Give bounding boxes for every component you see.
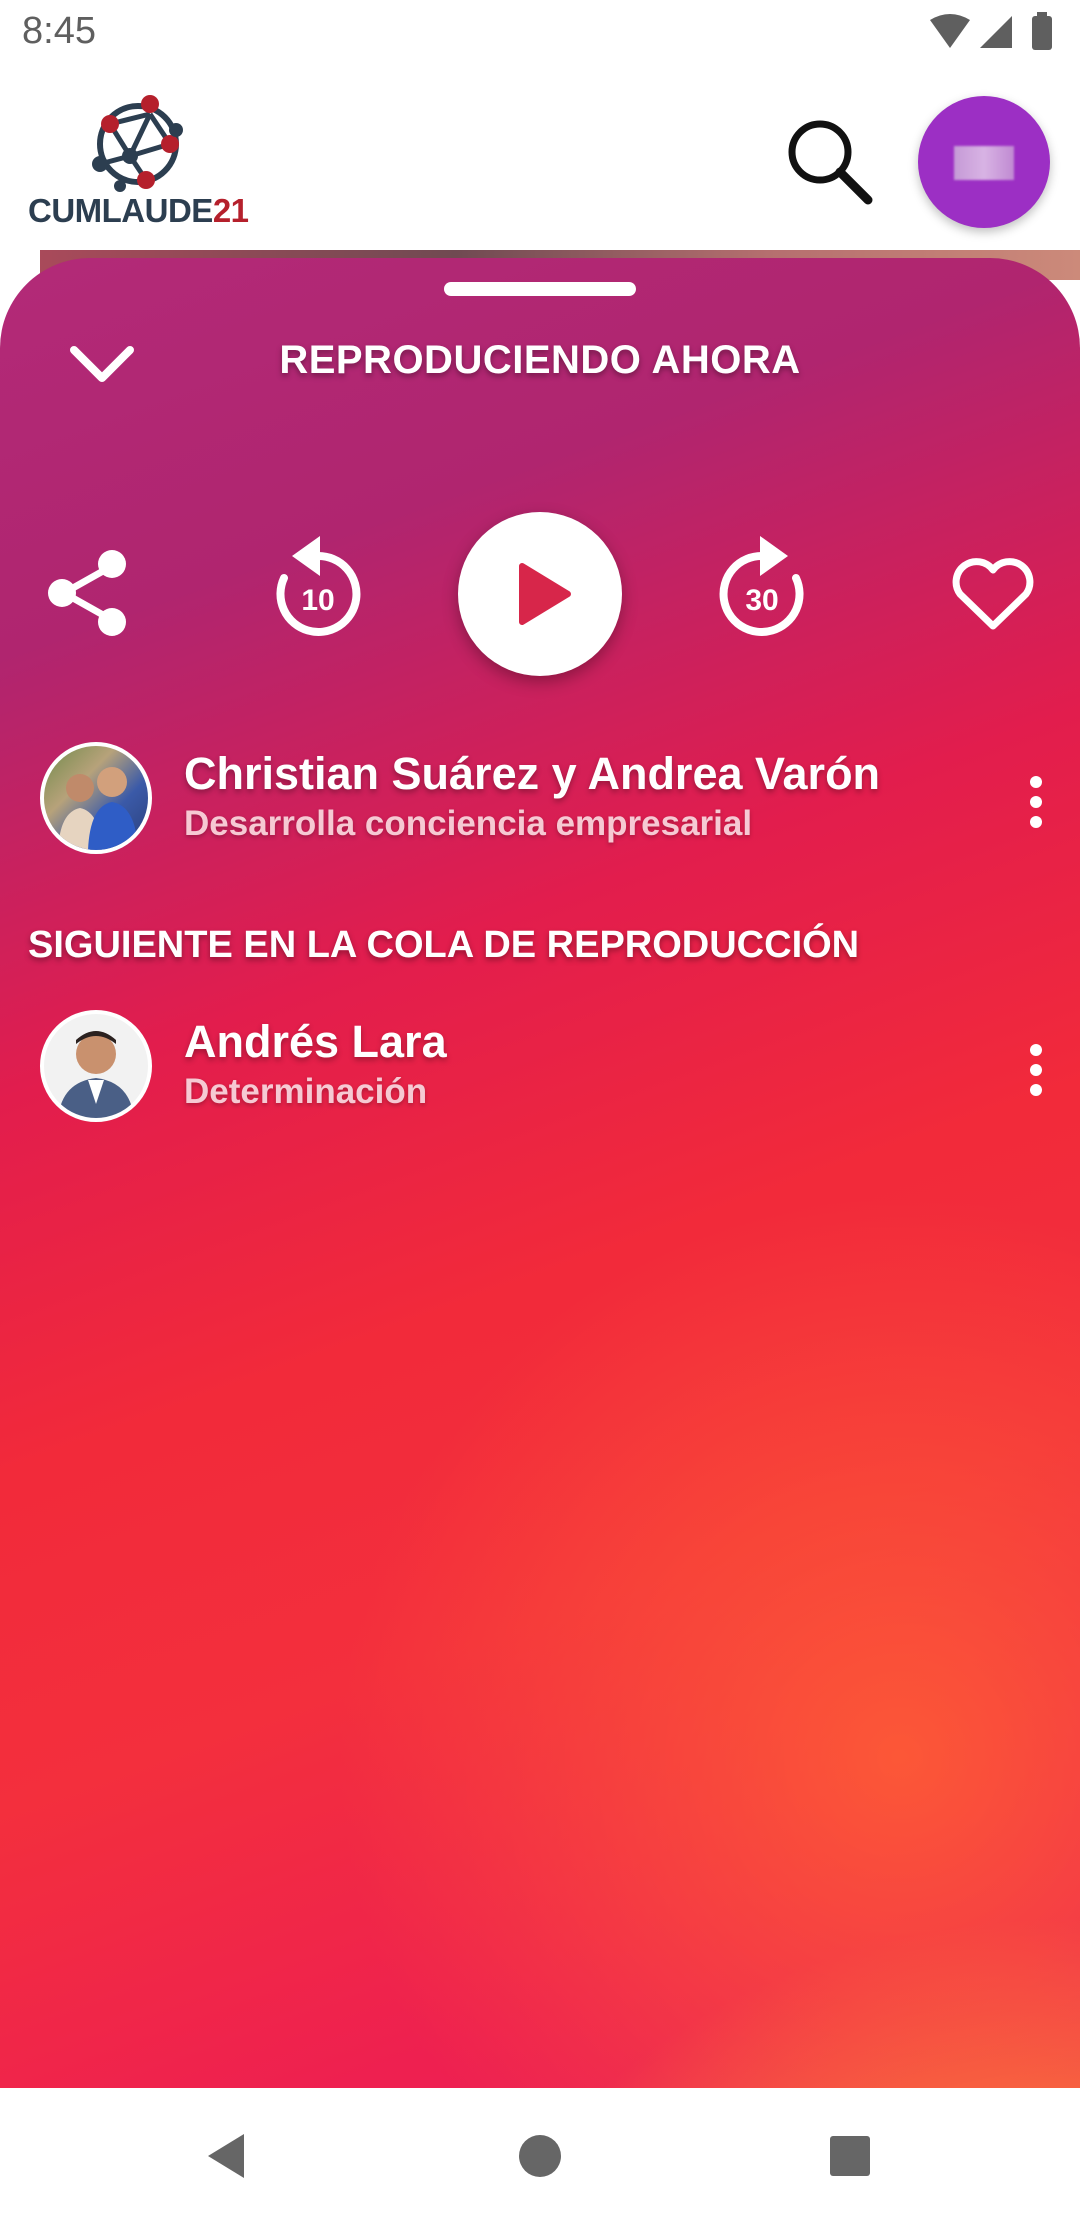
now-playing-title: REPRODUCIENDO AHORA xyxy=(279,338,801,382)
recents-square-icon xyxy=(830,2136,870,2176)
user-avatar-button[interactable] xyxy=(918,96,1050,228)
play-button[interactable] xyxy=(458,512,622,676)
current-track[interactable]: Christian Suárez y Andrea Varón Desarrol… xyxy=(0,742,1080,862)
share-button[interactable] xyxy=(44,548,134,638)
track-subtitle: Desarrolla conciencia empresarial xyxy=(184,804,753,843)
person-photo-icon xyxy=(58,767,138,850)
status-icons xyxy=(928,12,1058,52)
rewind-button[interactable]: 10 xyxy=(268,530,368,640)
forward-icon: 30 xyxy=(719,536,804,636)
forward-seconds-label: 30 xyxy=(745,584,778,617)
replay-icon: 10 xyxy=(276,536,361,636)
nav-home-button[interactable] xyxy=(508,2124,572,2188)
forward-button[interactable]: 30 xyxy=(712,530,812,640)
now-playing-sheet: REPRODUCIENDO AHORA 10 30 Christian Suár… xyxy=(0,258,1080,2088)
system-nav-bar xyxy=(0,2088,1080,2220)
home-circle-icon xyxy=(519,2135,561,2177)
status-bar: 8:45 xyxy=(0,0,1080,64)
wifi-signal-battery-icon xyxy=(930,12,1052,50)
favorite-button[interactable] xyxy=(948,554,1038,634)
nav-back-button[interactable] xyxy=(196,2124,260,2188)
person-photo-icon xyxy=(58,1031,134,1118)
nav-recents-button[interactable] xyxy=(818,2124,882,2188)
queue-heading: SIGUIENTE EN LA COLA DE REPRODUCCIÓN xyxy=(28,924,860,966)
rewind-seconds-label: 10 xyxy=(301,584,334,617)
more-vertical-icon xyxy=(1030,776,1042,828)
search-icon xyxy=(788,120,873,205)
heart-icon xyxy=(952,558,1034,630)
network-logo-icon xyxy=(92,95,183,192)
track-options-button[interactable] xyxy=(1016,772,1056,832)
search-button[interactable] xyxy=(780,112,880,212)
logo-text: CUMLAUDE21 xyxy=(28,192,249,229)
back-triangle-icon xyxy=(208,2134,244,2178)
sheet-drag-handle[interactable] xyxy=(444,282,636,296)
avatar xyxy=(40,742,152,854)
app-logo[interactable]: CUMLAUDE21 xyxy=(28,94,258,234)
share-icon xyxy=(48,550,126,636)
queue-item[interactable]: Andrés Lara Determinación xyxy=(0,1010,1080,1130)
track-options-button[interactable] xyxy=(1016,1040,1056,1100)
app-header: CUMLAUDE21 xyxy=(0,64,1080,258)
avatar xyxy=(954,146,1014,180)
avatar xyxy=(40,1010,152,1122)
track-title: Andrés Lara xyxy=(184,1016,447,1067)
track-subtitle: Determinación xyxy=(184,1072,428,1111)
more-vertical-icon xyxy=(1030,1044,1042,1096)
track-title: Christian Suárez y Andrea Varón xyxy=(184,748,881,799)
status-time: 8:45 xyxy=(22,10,96,52)
play-icon xyxy=(519,563,571,625)
